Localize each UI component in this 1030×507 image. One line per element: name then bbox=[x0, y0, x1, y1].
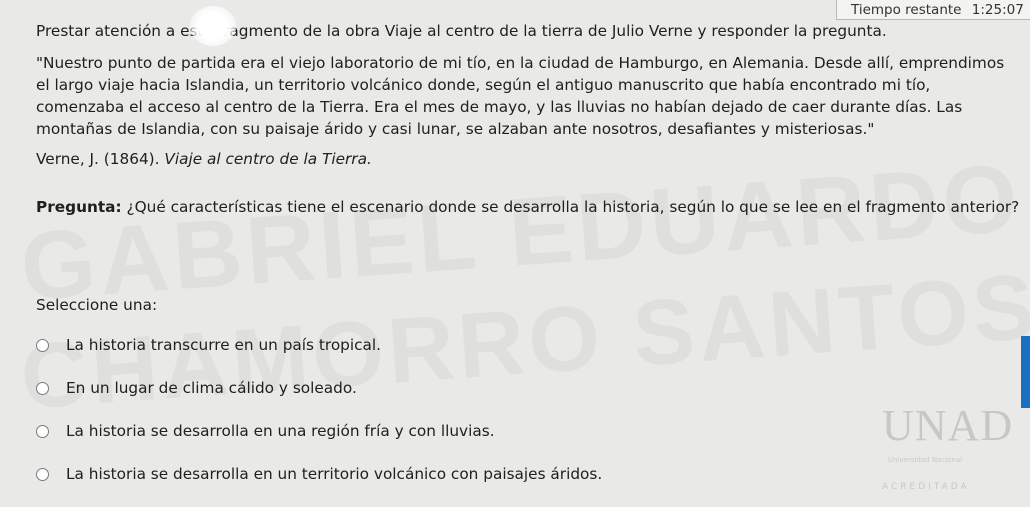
radio-button-b[interactable] bbox=[36, 381, 49, 395]
screen-glare bbox=[190, 6, 236, 46]
radio-button-a[interactable] bbox=[36, 338, 49, 352]
unad-logo: UNAD Universidad Nacional ACREDITADA bbox=[870, 390, 1020, 507]
timer-value: 1:25:07 bbox=[971, 2, 1024, 18]
answer-option-a-label: La historia transcurre en un país tropic… bbox=[66, 336, 382, 354]
question-quote: "Nuestro punto de partida era el viejo l… bbox=[36, 54, 1005, 138]
answer-options: La historia transcurre en un país tropic… bbox=[36, 334, 602, 506]
answer-option-a[interactable]: La historia transcurre en un país tropic… bbox=[36, 334, 602, 356]
prompt-text: ¿Qué características tiene el escenario … bbox=[126, 198, 1020, 216]
logo-accredited: ACREDITADA bbox=[882, 482, 970, 492]
answer-option-b-label: En un lugar de clima cálido y soleado. bbox=[66, 379, 357, 397]
answer-option-d-label: La historia se desarrolla en un territor… bbox=[66, 465, 603, 483]
citation-author: Verne, J. (1864). bbox=[36, 150, 160, 168]
timer-label: Tiempo restante bbox=[851, 2, 962, 18]
scrollbar-thumb[interactable] bbox=[1021, 336, 1030, 408]
question-prompt: Pregunta: ¿Qué características tiene el … bbox=[36, 196, 1021, 218]
select-label: Seleccione una: bbox=[36, 296, 158, 314]
answer-option-b[interactable]: En un lugar de clima cálido y soleado. bbox=[36, 377, 602, 399]
question-text: Prestar atención a este fragmento de la … bbox=[36, 20, 1021, 218]
answer-option-c[interactable]: La historia se desarrolla en una región … bbox=[36, 420, 602, 442]
question-citation: Verne, J. (1864). Viaje al centro de la … bbox=[36, 148, 1021, 170]
answer-option-c-label: La historia se desarrolla en una región … bbox=[66, 422, 495, 440]
radio-button-c[interactable] bbox=[36, 424, 49, 438]
radio-button-d[interactable] bbox=[36, 467, 49, 481]
answer-option-d[interactable]: La historia se desarrolla en un territor… bbox=[36, 463, 602, 485]
timer-box: Tiempo restante 1:25:07 bbox=[836, 0, 1030, 20]
question-intro: Prestar atención a este fragmento de la … bbox=[36, 22, 887, 40]
logo-subtitle: Universidad Nacional bbox=[888, 456, 963, 464]
citation-work: Viaje al centro de la Tierra. bbox=[164, 150, 372, 168]
logo-mark: UNAD bbox=[882, 401, 1014, 450]
prompt-label: Pregunta: bbox=[36, 198, 122, 216]
